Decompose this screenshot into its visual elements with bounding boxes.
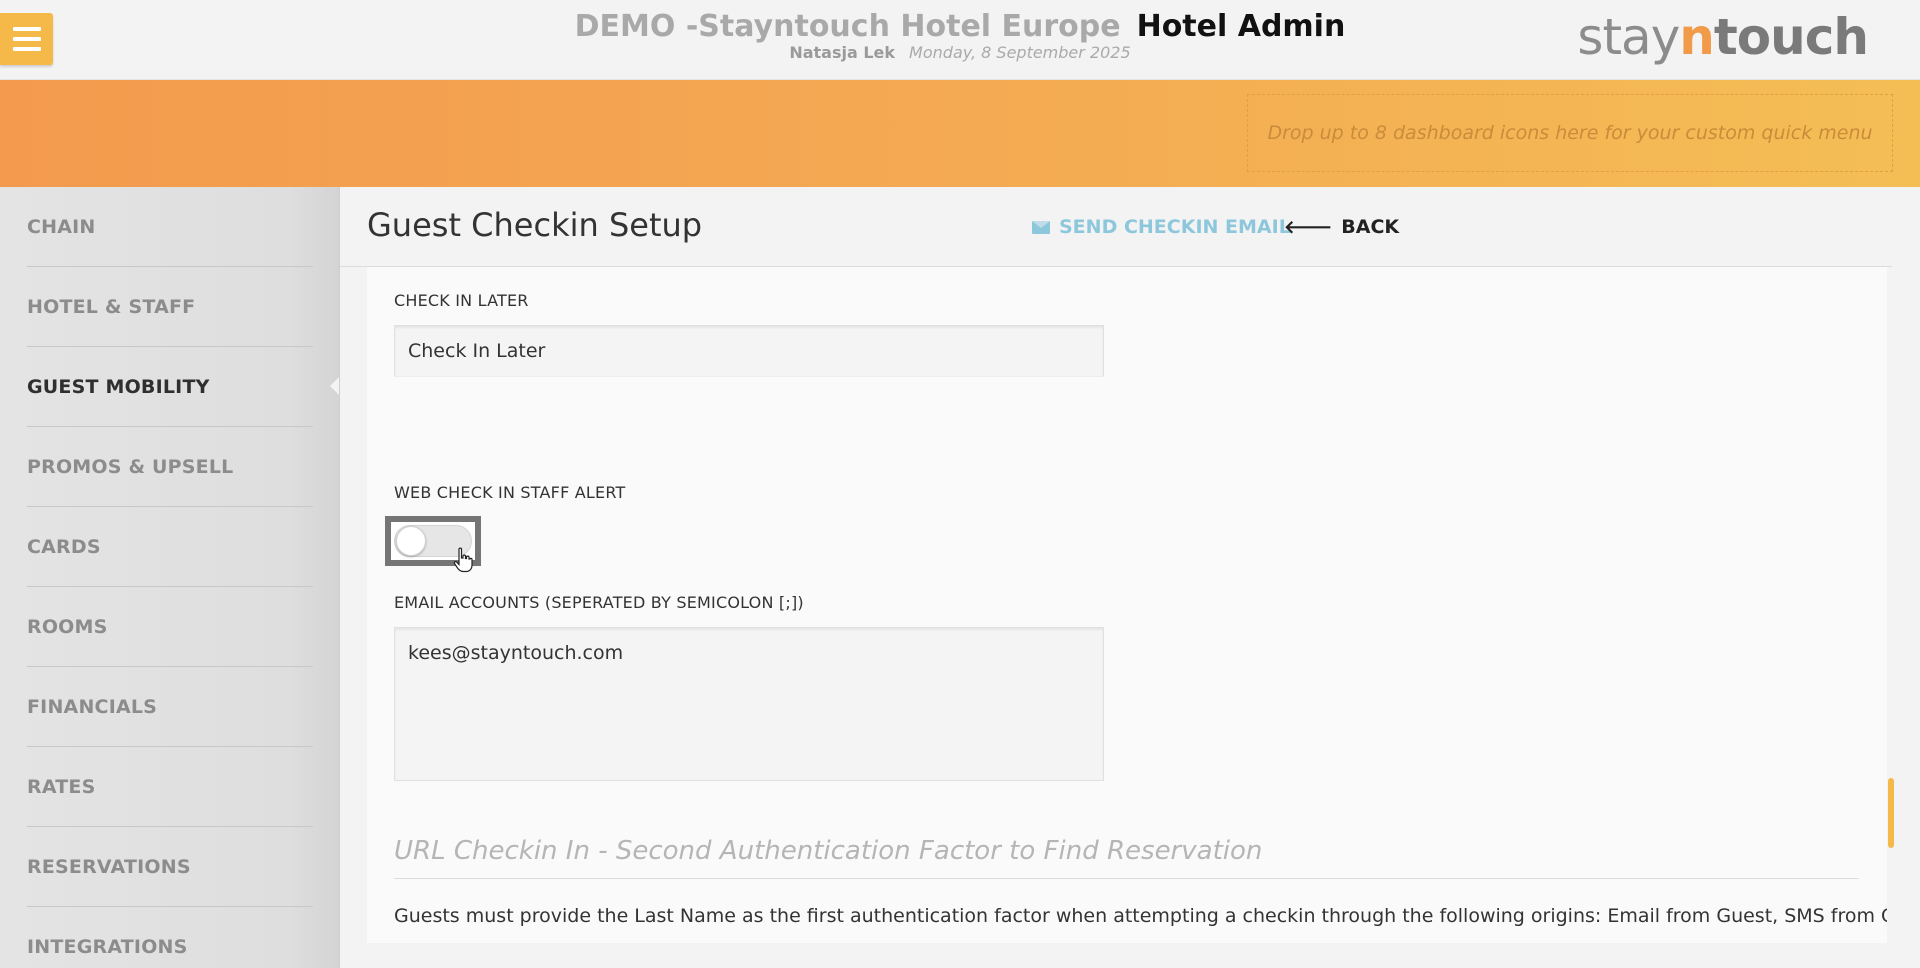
sidebar-item-label: RATES [27, 775, 96, 798]
sidebar-item-label: CARDS [27, 535, 101, 558]
top-bar: DEMO -Stayntouch Hotel Europe Hotel Admin… [0, 0, 1920, 80]
app-name: Hotel Admin [1136, 9, 1346, 44]
check-in-later-input[interactable]: Check In Later [394, 325, 1104, 377]
quick-menu-dropzone[interactable]: Drop up to 8 dashboard icons here for yo… [1247, 94, 1893, 172]
current-date: Monday, 8 September 2025 [909, 43, 1131, 62]
sidebar-item-label: ROOMS [27, 615, 108, 638]
sidebar-item-rooms[interactable]: ROOMS [27, 587, 313, 667]
sidebar-item-label: INTEGRATIONS [27, 935, 188, 958]
sidebar-item-guest-mobility[interactable]: GUEST MOBILITY [27, 347, 313, 427]
sidebar-item-label: RESERVATIONS [27, 855, 191, 878]
quick-menu-banner: Drop up to 8 dashboard icons here for yo… [0, 80, 1920, 187]
hotel-name: DEMO -Stayntouch Hotel Europe [574, 9, 1121, 44]
dropzone-text: Drop up to 8 dashboard icons here for yo… [1267, 122, 1873, 144]
section-title: URL Checkin In - Second Authentication F… [394, 836, 1263, 866]
sidebar-item-cards[interactable]: CARDS [27, 507, 313, 587]
active-indicator-notch [330, 375, 339, 397]
sidebar-item-integrations[interactable]: INTEGRATIONS [27, 907, 313, 968]
section-description: Guests must provide the Last Name as the… [394, 905, 1887, 927]
sidebar-item-label: HOTEL & STAFF [27, 295, 196, 318]
email-accounts-label: EMAIL ACCOUNTS (SEPERATED BY SEMICOLON [… [394, 593, 804, 612]
back-button[interactable]: 🡐 BACK [1284, 216, 1399, 238]
back-label: BACK [1341, 216, 1400, 238]
email-accounts-textarea[interactable]: kees@stayntouch.com [394, 627, 1104, 781]
hand-cursor-icon [453, 547, 473, 573]
arrow-left-icon: 🡐 [1284, 216, 1333, 238]
sidebar-item-reservations[interactable]: RESERVATIONS [27, 827, 313, 907]
check-in-later-label: CHECK IN LATER [394, 291, 529, 310]
sidebar-item-promos-upsell[interactable]: PROMOS & UPSELL [27, 427, 313, 507]
page-header: Guest Checkin Setup SEND CHECKIN EMAIL 🡐… [340, 187, 1892, 267]
stayntouch-logo: stayntouch [1577, 8, 1869, 66]
sidebar-item-rates[interactable]: RATES [27, 747, 313, 827]
send-checkin-email-label: SEND CHECKIN EMAIL [1059, 216, 1291, 238]
sidebar-item-hotel-staff[interactable]: HOTEL & STAFF [27, 267, 313, 347]
sidebar-item-label: PROMOS & UPSELL [27, 455, 234, 478]
user-name: Natasja Lek [789, 43, 896, 62]
scrollbar-thumb[interactable] [1888, 778, 1894, 848]
toggle-knob [396, 526, 426, 556]
sidebar-item-label: FINANCIALS [27, 695, 158, 718]
settings-form: CHECK IN LATER Check In Later WEB CHECK … [367, 267, 1887, 943]
envelope-icon [1032, 220, 1050, 234]
send-checkin-email-button[interactable]: SEND CHECKIN EMAIL [1032, 216, 1291, 238]
sidebar-item-label: CHAIN [27, 215, 96, 238]
section-divider [394, 878, 1859, 879]
sidebar-item-chain[interactable]: CHAIN [27, 187, 313, 267]
sidebar-item-financials[interactable]: FINANCIALS [27, 667, 313, 747]
sidebar-item-label: GUEST MOBILITY [27, 375, 210, 398]
sidebar: CHAIN HOTEL & STAFF GUEST MOBILITY PROMO… [0, 187, 340, 968]
staff-alert-label: WEB CHECK IN STAFF ALERT [394, 483, 626, 502]
page-title: Guest Checkin Setup [367, 206, 703, 244]
